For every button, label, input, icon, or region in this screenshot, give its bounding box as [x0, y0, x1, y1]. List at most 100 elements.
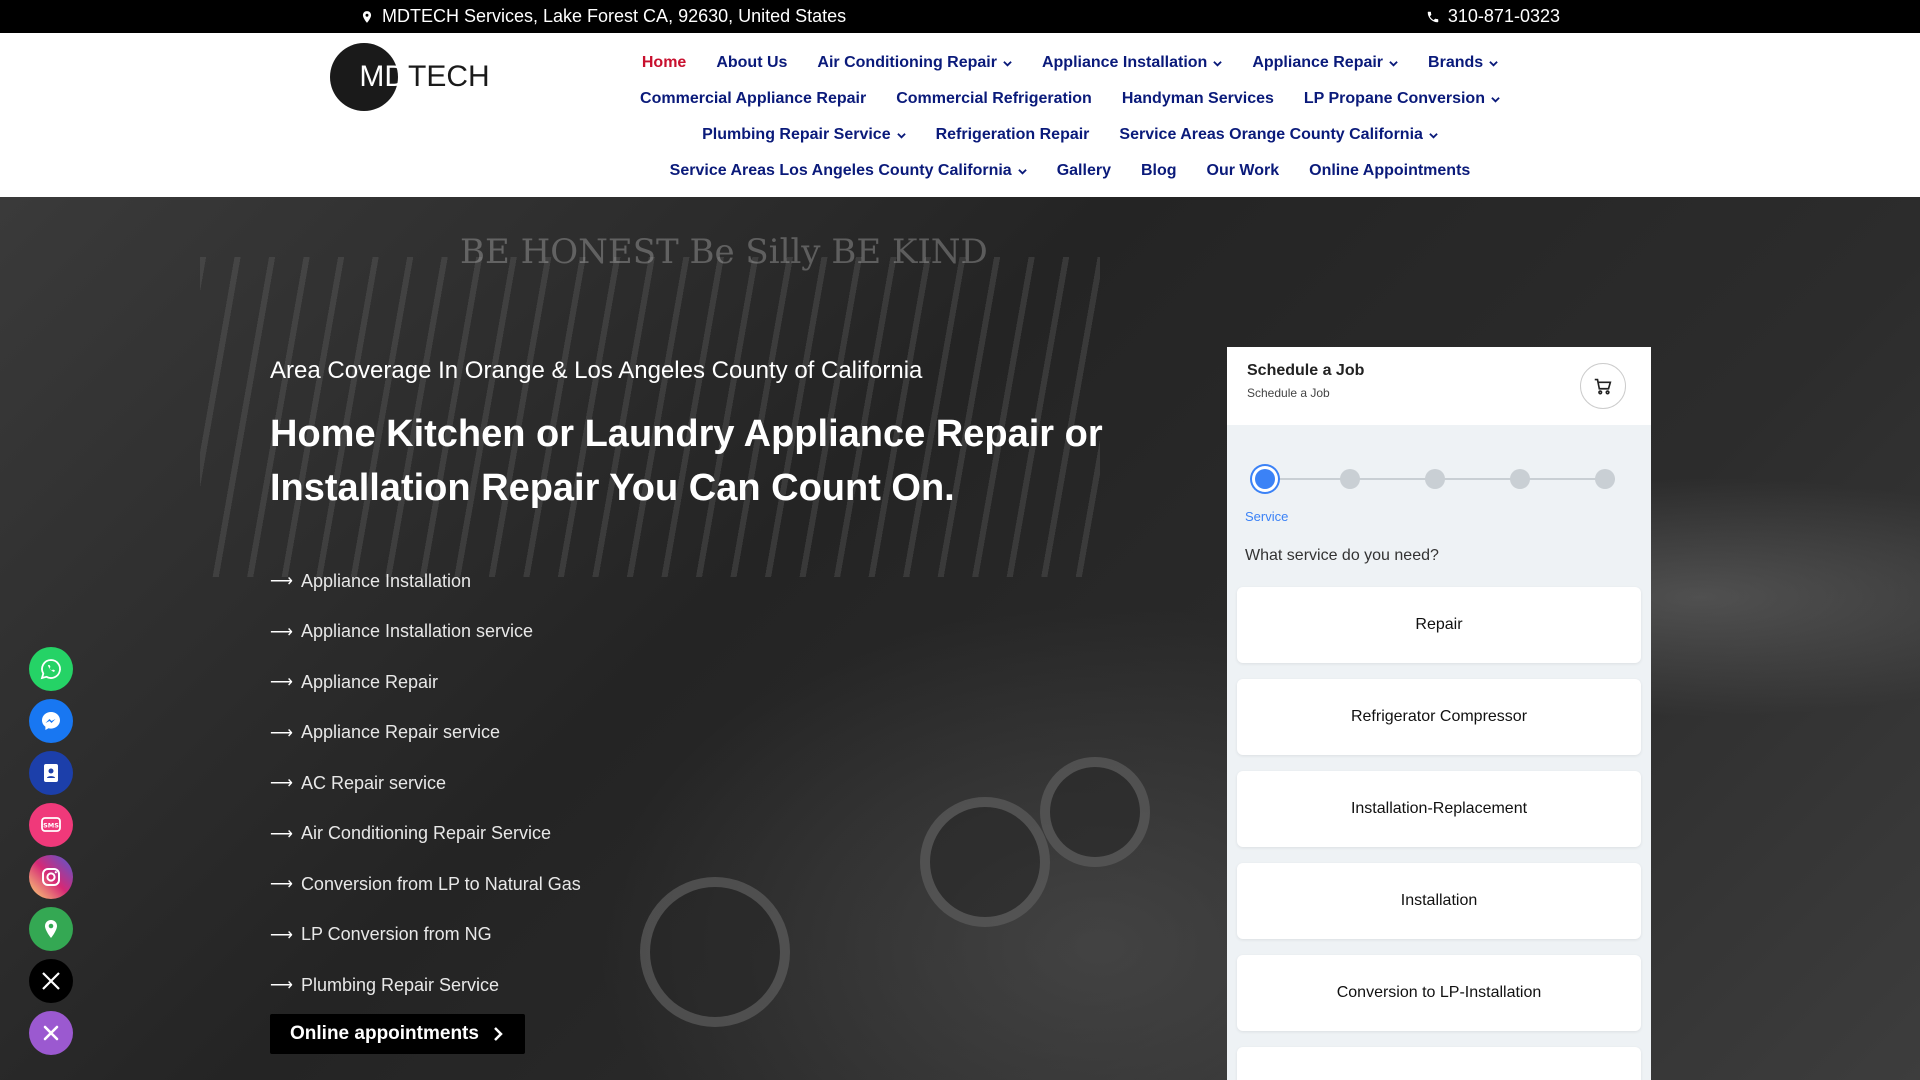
service-list-item: ⟶ Plumbing Repair Service — [270, 974, 500, 995]
address-info: MDTECH Services, Lake Forest CA, 92630, … — [360, 6, 846, 27]
arrow-right-icon: ⟶ — [270, 623, 293, 641]
step-5[interactable] — [1595, 469, 1615, 489]
messenger-icon — [42, 712, 60, 730]
arrow-right-icon: ⟶ — [270, 876, 293, 894]
nav-item-online-appointments[interactable]: Online Appointments — [1294, 162, 1485, 180]
whatsapp-button[interactable] — [29, 647, 73, 691]
x-twitter-icon — [42, 972, 60, 990]
nav-item-refrigeration-repair[interactable]: Refrigeration Repair — [921, 126, 1105, 144]
instagram-icon — [42, 868, 60, 886]
background-knob — [1040, 757, 1150, 867]
nav-item-home[interactable]: Home — [627, 54, 701, 72]
progress-stepper — [1255, 467, 1625, 491]
arrow-right-icon: ⟶ — [270, 775, 293, 793]
whatsapp-icon — [40, 659, 61, 680]
service-option[interactable]: Installation-Replacement — [1237, 771, 1641, 847]
chevron-down-icon — [1429, 132, 1438, 139]
svg-text:SMS: SMS — [43, 822, 59, 830]
online-appointments-button[interactable]: Online appointments — [270, 1014, 525, 1054]
nav-item-about-us[interactable]: About Us — [701, 54, 802, 72]
service-list-item: ⟶ AC Repair service — [270, 772, 446, 793]
phone-info[interactable]: 310-871-0323 — [1426, 6, 1560, 27]
service-list-item: ⟶ Appliance Installation — [270, 570, 472, 591]
cart-button[interactable] — [1580, 363, 1626, 409]
map-marker-icon — [362, 10, 372, 23]
step-1[interactable] — [1255, 469, 1275, 489]
nav-item-plumbing-repair-service[interactable]: Plumbing Repair Service — [687, 126, 921, 144]
arrow-right-icon: ⟶ — [270, 825, 293, 843]
social-links-rail: SMS — [29, 647, 73, 1063]
hero-subtitle: Area Coverage In Orange & Los Angeles Co… — [270, 357, 923, 384]
service-question: What service do you need? — [1245, 547, 1439, 564]
cta-label: Online appointments — [290, 1023, 479, 1044]
step-3[interactable] — [1425, 469, 1445, 489]
nav-item-brands[interactable]: Brands — [1413, 54, 1513, 72]
nav-item-commercial-appliance-repair[interactable]: Commercial Appliance Repair — [625, 90, 881, 108]
service-option[interactable]: Repair — [1237, 587, 1641, 663]
service-option[interactable]: Installation — [1237, 863, 1641, 939]
services-list: ⟶ Appliance Installation ⟶ Appliance Instal… — [270, 556, 581, 1011]
nav-row: Service Areas Los Angeles County Califor… — [655, 153, 1486, 189]
nav-row: Commercial Appliance Repair Commercial Re… — [625, 81, 1515, 117]
widget-subtitle: Schedule a Job — [1247, 386, 1330, 400]
nav-row: Plumbing Repair Service Refrigeration Rep… — [687, 117, 1453, 153]
nav-item-appliance-installation[interactable]: Appliance Installation — [1027, 54, 1237, 72]
service-options: Repair Refrigerator Compressor Installatio… — [1237, 587, 1641, 1080]
messenger-button[interactable] — [29, 699, 73, 743]
service-list-item: ⟶ Appliance Repair — [270, 671, 439, 692]
step-4[interactable] — [1510, 469, 1530, 489]
top-bar: MDTECH Services, Lake Forest CA, 92630, … — [0, 0, 1920, 33]
sms-button[interactable]: SMS — [29, 803, 73, 847]
widget-header: Schedule a Job Schedule a Job — [1227, 347, 1651, 425]
x-twitter-button[interactable] — [29, 959, 73, 1003]
nav-item-commercial-refrigeration[interactable]: Commercial Refrigeration — [881, 90, 1107, 108]
service-option[interactable]: Conversion to LP-Installation — [1237, 955, 1641, 1031]
contact-button[interactable] — [29, 751, 73, 795]
phone-number[interactable]: 310-871-0323 — [1448, 6, 1560, 27]
chevron-down-icon — [1003, 60, 1012, 67]
map-pin-button[interactable] — [29, 907, 73, 951]
instagram-button[interactable] — [29, 855, 73, 899]
chevron-down-icon — [1491, 96, 1500, 103]
main-navigation: Home About Us Air Conditioning Repair Appli… — [640, 45, 1500, 189]
chevron-right-icon — [494, 1027, 503, 1041]
background-knob — [640, 877, 790, 1027]
widget-title: Schedule a Job — [1247, 362, 1365, 379]
contact-icon — [44, 764, 58, 782]
address-text: MDTECH Services, Lake Forest CA, 92630, … — [382, 6, 847, 26]
arrow-right-icon: ⟶ — [270, 977, 293, 995]
background-knob — [920, 797, 1050, 927]
chevron-down-icon — [1017, 168, 1027, 175]
nav-item-our-work[interactable]: Our Work — [1192, 162, 1295, 180]
site-header: MD TECH Home About Us Air Conditioning Rep… — [0, 33, 1920, 197]
service-list-item: ⟶ Appliance Repair service — [270, 722, 501, 743]
service-list-item: ⟶ LP Conversion from NG — [270, 924, 492, 945]
service-list-item: ⟶ Air Conditioning Repair Service — [270, 823, 552, 844]
service-option[interactable]: AC/Repair — [1237, 1047, 1641, 1080]
close-button[interactable] — [29, 1011, 73, 1055]
nav-item-lp-propane-conversion[interactable]: LP Propane Conversion — [1289, 90, 1515, 108]
close-icon — [43, 1025, 59, 1041]
service-option[interactable]: Refrigerator Compressor — [1237, 679, 1641, 755]
sms-icon: SMS — [41, 817, 61, 832]
step-label: Service — [1245, 509, 1289, 524]
site-logo[interactable]: MD TECH — [330, 43, 490, 111]
step-2[interactable] — [1340, 469, 1360, 489]
service-list-item: ⟶ Conversion from LP to Natural Gas — [270, 873, 581, 894]
chevron-down-icon — [896, 132, 906, 139]
nav-item-blog[interactable]: Blog — [1126, 162, 1192, 180]
hero-section: BE HONEST Be Silly BE KIND Area Coverage… — [0, 197, 1920, 1080]
map-pin-icon — [45, 920, 57, 938]
nav-item-handyman-services[interactable]: Handyman Services — [1107, 90, 1289, 108]
chevron-down-icon — [1389, 60, 1398, 67]
nav-item-appliance-repair[interactable]: Appliance Repair — [1237, 54, 1413, 72]
background-sign-text: BE HONEST Be Silly BE KIND — [460, 232, 988, 272]
nav-item-air-conditioning-repair[interactable]: Air Conditioning Repair — [802, 54, 1027, 72]
service-list-item: ⟶ Appliance Installation service — [270, 621, 534, 642]
phone-icon — [1427, 11, 1439, 22]
nav-item-service-areas-orange-county-california[interactable]: Service Areas Orange County California — [1104, 126, 1453, 144]
chevron-down-icon — [1489, 60, 1498, 67]
nav-row: Home About Us Air Conditioning Repair Appli… — [627, 45, 1513, 81]
nav-item-gallery[interactable]: Gallery — [1042, 162, 1126, 180]
nav-item-service-areas-los-angeles-county-california[interactable]: Service Areas Los Angeles County Califor… — [655, 162, 1042, 180]
